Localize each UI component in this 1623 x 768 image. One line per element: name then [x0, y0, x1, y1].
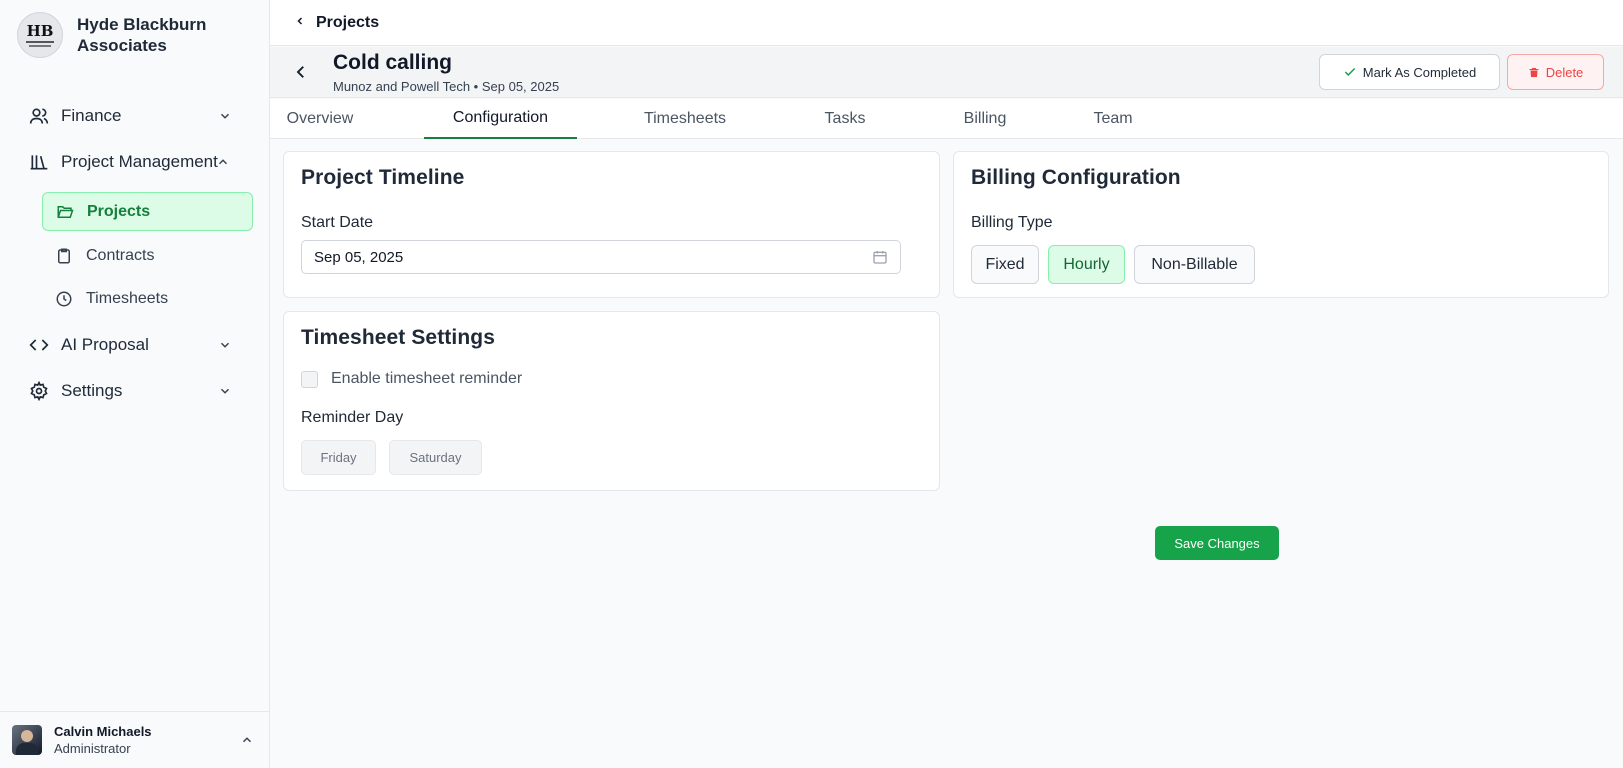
company-name: Hyde Blackburn Associates: [77, 15, 207, 55]
mark-completed-button[interactable]: Mark As Completed: [1319, 54, 1500, 90]
user-menu[interactable]: Calvin Michaels Administrator: [0, 711, 270, 768]
chevron-down-icon: [218, 337, 232, 357]
users-icon: [28, 105, 50, 127]
code-icon: [28, 334, 50, 356]
folder-open-icon: [55, 202, 75, 222]
billing-option-non-billable[interactable]: Non-Billable: [1134, 245, 1255, 284]
reminder-toggle-row[interactable]: Enable timesheet reminder: [301, 370, 522, 388]
breadcrumb[interactable]: Projects: [316, 14, 379, 32]
card-title: Timesheet Settings: [301, 326, 495, 349]
topbar: Projects: [270, 0, 1623, 46]
chevron-up-icon: [240, 733, 254, 752]
avatar: [12, 725, 42, 755]
delete-label: Delete: [1545, 64, 1584, 80]
gear-icon: [28, 380, 50, 402]
chevron-down-icon: [218, 108, 232, 128]
sidebar-item-label: Projects: [87, 202, 151, 220]
tab-billing[interactable]: Billing: [935, 99, 1035, 139]
library-icon: [28, 151, 50, 173]
clock-icon: [54, 289, 74, 309]
sidebar-item-contracts[interactable]: Contracts: [42, 236, 253, 275]
billing-option-fixed[interactable]: Fixed: [971, 245, 1039, 284]
reminder-checkbox[interactable]: [301, 370, 318, 388]
user-role: Administrator: [54, 741, 131, 756]
tab-overview[interactable]: Overview: [270, 99, 370, 139]
tab-tasks[interactable]: Tasks: [795, 99, 895, 139]
tab-configuration[interactable]: Configuration: [424, 99, 577, 139]
sidebar-item-label: Timesheets: [86, 289, 169, 307]
back-button[interactable]: [290, 61, 312, 83]
sidebar-item-ai-proposal[interactable]: AI Proposal: [28, 330, 242, 360]
tab-team[interactable]: Team: [1063, 99, 1163, 139]
sidebar: HB Hyde Blackburn Associates Finance Pro…: [0, 0, 270, 768]
card-title: Project Timeline: [301, 166, 465, 189]
sidebar-item-label: AI Proposal: [61, 335, 149, 354]
start-date-field[interactable]: Sep 05, 2025: [301, 240, 901, 274]
billing-config-card: Billing Configuration Billing Type Fixed…: [953, 151, 1609, 298]
clipboard-icon: [54, 246, 74, 266]
company-logo: HB: [17, 12, 63, 58]
sidebar-item-label: Project Management: [61, 152, 218, 171]
sidebar-item-settings[interactable]: Settings: [28, 376, 242, 406]
chevron-left-icon[interactable]: [294, 14, 306, 32]
sidebar-item-label: Settings: [61, 381, 123, 400]
sidebar-item-timesheets[interactable]: Timesheets: [42, 279, 253, 318]
delete-button[interactable]: Delete: [1507, 54, 1604, 90]
timesheet-settings-card: Timesheet Settings Enable timesheet remi…: [283, 311, 940, 491]
mark-completed-label: Mark As Completed: [1362, 64, 1477, 80]
page-title: Cold calling: [333, 51, 453, 74]
tab-timesheets[interactable]: Timesheets: [620, 99, 750, 139]
check-icon: [1344, 67, 1355, 76]
tab-bar: Overview Configuration Timesheets Tasks …: [270, 99, 1623, 139]
brand[interactable]: HB Hyde Blackburn Associates: [17, 12, 227, 58]
save-button[interactable]: Save Changes: [1155, 526, 1279, 560]
user-name: Calvin Michaels: [54, 724, 152, 739]
project-header: Cold calling Munoz and Powell Tech • Sep…: [270, 47, 1623, 98]
calendar-icon[interactable]: [872, 249, 888, 269]
sidebar-item-label: Contracts: [86, 246, 155, 264]
billing-type-label: Billing Type: [971, 214, 1053, 231]
day-option-saturday[interactable]: Saturday: [389, 440, 482, 475]
main-content: Projects Cold calling Munoz and Powell T…: [270, 0, 1623, 768]
chevron-up-icon: [216, 154, 230, 174]
page-subtitle: Munoz and Powell Tech • Sep 05, 2025: [333, 79, 560, 94]
sidebar-item-label: Finance: [61, 106, 122, 125]
start-date-label: Start Date: [301, 214, 374, 231]
sidebar-item-project-management[interactable]: Project Management: [28, 147, 242, 177]
reminder-day-label: Reminder Day: [301, 409, 404, 426]
card-title: Billing Configuration: [971, 166, 1181, 189]
project-timeline-card: Project Timeline Start Date Sep 05, 2025: [283, 151, 940, 298]
reminder-checkbox-label: Enable timesheet reminder: [331, 370, 523, 387]
billing-option-hourly[interactable]: Hourly: [1048, 245, 1125, 284]
logo-monogram: HB: [26, 21, 54, 40]
sidebar-item-projects[interactable]: Projects: [42, 192, 253, 231]
start-date-value: Sep 05, 2025: [314, 248, 404, 266]
chevron-down-icon: [218, 383, 232, 403]
sidebar-item-finance[interactable]: Finance: [28, 101, 242, 131]
trash-icon: [1529, 67, 1539, 77]
day-option-friday[interactable]: Friday: [301, 440, 376, 475]
